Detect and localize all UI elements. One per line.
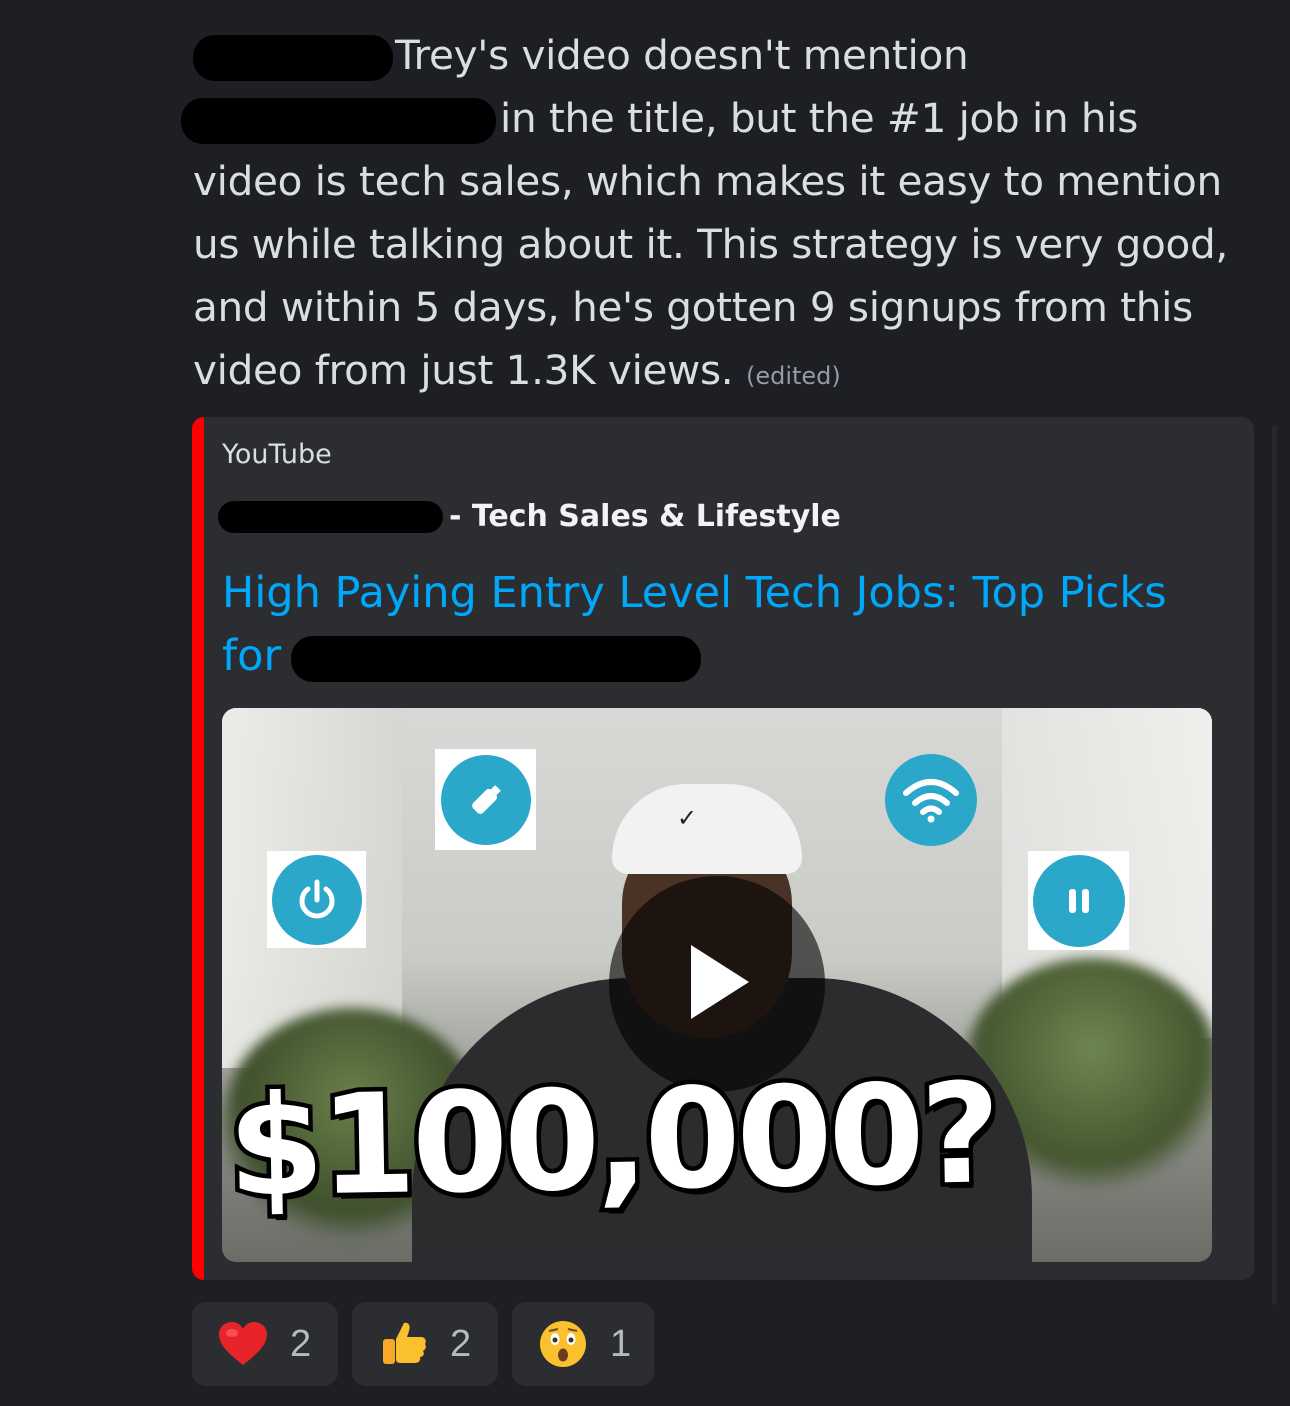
redacted-name — [193, 35, 393, 81]
thumbs-up-icon — [378, 1319, 428, 1369]
reaction-count: 2 — [450, 1322, 472, 1365]
edited-label: (edited) — [745, 362, 841, 390]
scrollbar[interactable] — [1272, 425, 1277, 1305]
embed-accent-bar — [192, 417, 204, 1280]
embed-title-link[interactable]: High Paying Entry Level Tech Jobs: Top P… — [222, 562, 1222, 688]
reaction-thumbs-up[interactable]: 2 — [352, 1302, 498, 1386]
heart-icon — [218, 1319, 268, 1369]
wifi-icon — [884, 753, 977, 846]
youtube-embed: YouTube - Tech Sales & Lifestyle High Pa… — [192, 417, 1254, 1280]
discord-message-view: Trey's video doesn't mention in the titl… — [0, 0, 1290, 1406]
reaction-heart[interactable]: 2 — [192, 1302, 338, 1386]
message-line-6: video from just 1.3K views. (edited) — [193, 346, 841, 394]
astonished-face-icon — [538, 1319, 588, 1369]
embed-author[interactable]: - Tech Sales & Lifestyle — [218, 499, 841, 534]
redacted-text — [181, 98, 496, 144]
pause-tile — [1028, 851, 1129, 950]
message-content: Trey's video doesn't mention in the titl… — [181, 24, 1238, 408]
power-tile — [267, 851, 366, 948]
message-line-5: and within 5 days, he's gotten 9 signups… — [193, 283, 1193, 331]
wifi-tile — [880, 749, 981, 850]
message-line-4: us while talking about it. This strategy… — [193, 220, 1228, 268]
pause-icon — [1032, 854, 1125, 947]
play-icon — [677, 937, 757, 1031]
redacted-channel-name — [218, 500, 443, 533]
embed-provider[interactable]: YouTube — [222, 439, 332, 470]
redacted-title-text — [290, 635, 701, 682]
person-cap — [612, 784, 802, 874]
thumbnail-overlay-text: $100,000? — [222, 1049, 1002, 1232]
power-icon — [271, 854, 362, 945]
message-line-2: in the title, but the #1 job in his — [181, 87, 1238, 150]
usb-drive-icon — [440, 754, 531, 845]
swoosh-logo: ✓ — [677, 804, 698, 832]
reactions-bar: 2 2 1 — [192, 1302, 654, 1386]
video-thumbnail[interactable]: ✓ $100,000? — [222, 708, 1212, 1262]
usb-tile — [435, 749, 536, 850]
reaction-count: 1 — [610, 1322, 632, 1365]
reaction-count: 2 — [290, 1322, 312, 1365]
message-line-3: video is tech sales, which makes it easy… — [193, 157, 1222, 205]
reaction-astonished[interactable]: 1 — [512, 1302, 654, 1386]
message-line-1: Trey's video doesn't mention — [193, 24, 1238, 87]
